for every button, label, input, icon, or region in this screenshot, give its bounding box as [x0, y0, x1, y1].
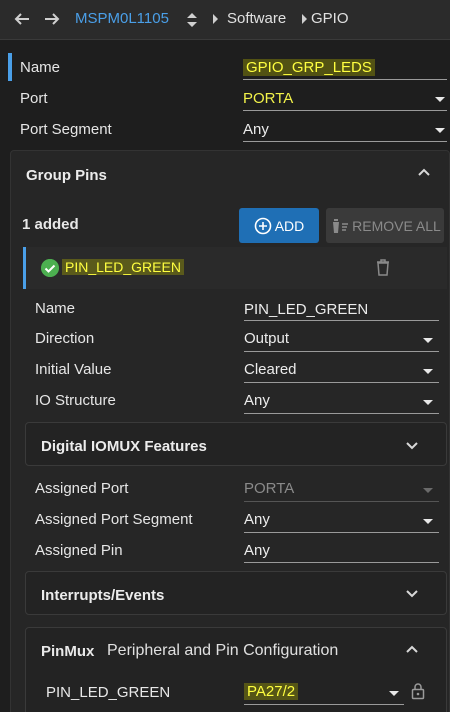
- assigned-port-value: PORTA: [244, 480, 295, 497]
- io-structure-select[interactable]: Any: [244, 392, 270, 409]
- port-select[interactable]: PORTA: [243, 90, 293, 107]
- group-pins-title: Group Pins: [26, 167, 107, 184]
- chevron-down-icon[interactable]: [389, 691, 399, 696]
- port-segment-label: Port Segment: [20, 121, 112, 138]
- io-structure-underline: [244, 413, 439, 414]
- pin-name-underline: [244, 320, 439, 321]
- pin-name-label: Name: [35, 300, 76, 317]
- chevron-down-icon[interactable]: [405, 586, 419, 600]
- assigned-pin-input[interactable]: Any: [244, 542, 270, 559]
- name-underline: [243, 79, 447, 80]
- chevron-up-icon[interactable]: [405, 643, 419, 657]
- name-label: Name: [20, 59, 61, 76]
- breadcrumb-separator-icon: [213, 14, 218, 24]
- initial-value-select[interactable]: Cleared: [244, 361, 297, 378]
- port-segment-row: Port Segment Any: [0, 115, 450, 146]
- port-segment-underline: [243, 141, 447, 142]
- chevron-up-icon[interactable]: [417, 166, 431, 180]
- assigned-pin-underline: [244, 562, 439, 563]
- breadcrumb-separator-icon: [302, 14, 307, 24]
- port-segment-select[interactable]: Any: [243, 121, 269, 138]
- chevron-down-icon[interactable]: [423, 519, 433, 524]
- chevron-down-icon[interactable]: [435, 97, 445, 102]
- assigned-port-label: Assigned Port: [35, 480, 129, 497]
- top-toolbar: MSPM0L1105 Software GPIO: [0, 0, 450, 40]
- port-row: Port PORTA: [0, 84, 450, 115]
- remove-all-button[interactable]: REMOVE ALL: [326, 208, 444, 243]
- chevron-down-icon[interactable]: [423, 338, 433, 343]
- chevron-down-icon[interactable]: [435, 128, 445, 133]
- assigned-pin-label: Assigned Pin: [35, 542, 123, 559]
- port-underline: [243, 110, 447, 111]
- plus-circle-icon: [254, 217, 272, 234]
- pinmux-title: PinMux: [41, 643, 95, 660]
- pin-name-input[interactable]: PIN_LED_GREEN: [244, 301, 368, 318]
- pinmux-pin-select[interactable]: PA27/2: [244, 683, 299, 700]
- chevron-down-icon: [423, 488, 433, 493]
- initial-value-underline: [244, 382, 439, 383]
- breadcrumb-software[interactable]: Software: [227, 10, 286, 27]
- direction-label: Direction: [35, 330, 95, 347]
- chevron-down-icon[interactable]: [423, 369, 433, 374]
- assigned-segment-underline: [244, 532, 439, 533]
- pinmux-pin-underline: [244, 704, 404, 705]
- direction-select[interactable]: Output: [244, 330, 289, 347]
- digital-iomux-title: Digital IOMUX Features: [41, 438, 207, 455]
- added-count: 1 added: [22, 216, 79, 233]
- name-input[interactable]: GPIO_GRP_LEDS: [243, 59, 375, 76]
- forward-arrow-icon[interactable]: [43, 10, 61, 28]
- io-structure-label: IO Structure: [35, 392, 116, 409]
- add-button-label: ADD: [274, 217, 305, 234]
- breadcrumb-gpio[interactable]: GPIO: [311, 10, 349, 27]
- chevron-down-icon[interactable]: [405, 438, 419, 452]
- assigned-segment-select[interactable]: Any: [244, 511, 270, 528]
- device-sort-icon[interactable]: [183, 11, 201, 29]
- lock-icon[interactable]: [411, 682, 425, 700]
- delete-sweep-icon: [332, 218, 349, 233]
- pinmux-pin-label: PIN_LED_GREEN: [46, 684, 171, 701]
- chevron-down-icon[interactable]: [423, 400, 433, 405]
- remove-all-label: REMOVE ALL: [352, 217, 441, 234]
- interrupts-title: Interrupts/Events: [41, 587, 165, 604]
- name-row: Name GPIO_GRP_LEDS: [0, 53, 450, 84]
- check-circle-icon: [41, 259, 59, 277]
- initial-value-label: Initial Value: [35, 361, 112, 378]
- pinmux-subtitle: Peripheral and Pin Configuration: [107, 642, 339, 659]
- direction-underline: [244, 351, 439, 352]
- assigned-port-underline: [244, 501, 439, 502]
- back-arrow-icon[interactable]: [13, 10, 31, 28]
- assigned-segment-label: Assigned Port Segment: [35, 511, 193, 528]
- pin-item-name: PIN_LED_GREEN: [62, 259, 184, 275]
- port-label: Port: [20, 90, 48, 107]
- trash-icon[interactable]: [376, 259, 390, 276]
- device-selector[interactable]: MSPM0L1105: [75, 10, 169, 27]
- add-button[interactable]: ADD: [239, 208, 319, 243]
